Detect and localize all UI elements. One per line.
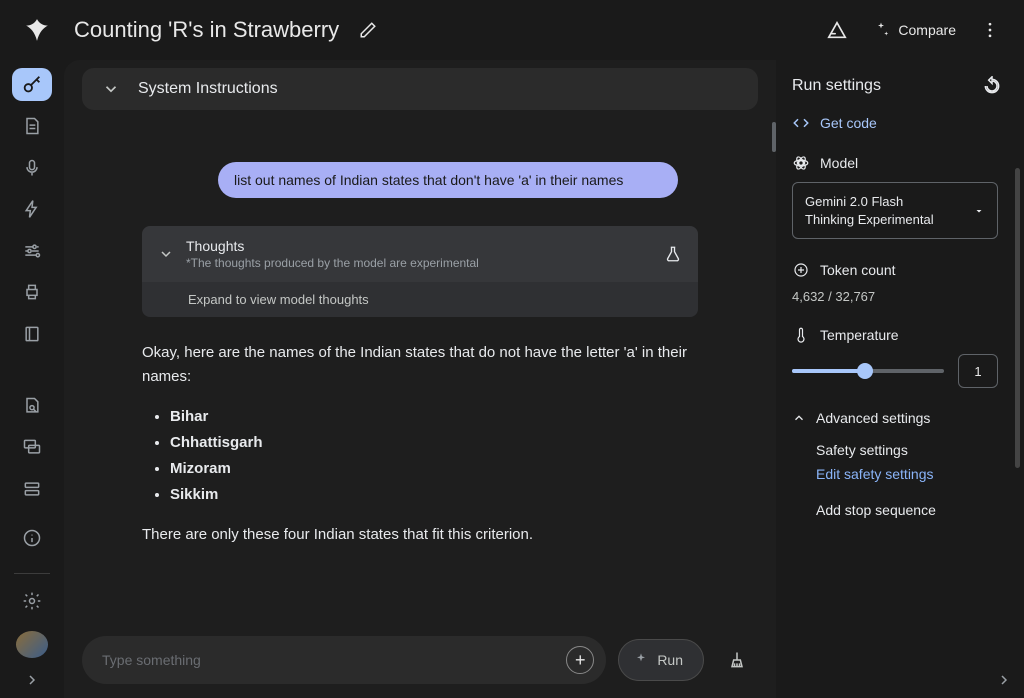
page-title: Counting 'R's in Strawberry [74, 17, 339, 43]
system-instructions-toggle[interactable]: System Instructions [82, 68, 758, 110]
thoughts-header[interactable]: Thoughts *The thoughts produced by the m… [142, 226, 698, 282]
thoughts-expand[interactable]: Expand to view model thoughts [142, 282, 698, 317]
list-item: Mizoram [170, 457, 698, 481]
sidebar-item-print[interactable] [12, 275, 52, 308]
response-outro: There are only these four Indian states … [142, 523, 698, 547]
model-label: Model [820, 155, 858, 171]
sidebar-item-settings[interactable] [12, 584, 52, 617]
list-item: Chhattisgarh [170, 431, 698, 455]
topbar-actions: Compare [826, 19, 1008, 41]
model-icon [792, 154, 810, 172]
beaker-icon [664, 245, 682, 263]
sidebar-expand-icon[interactable] [24, 672, 40, 688]
thermometer-icon [792, 326, 810, 344]
sidebar-item-bolt[interactable] [12, 192, 52, 225]
user-message-bubble: list out names of Indian states that don… [218, 162, 678, 198]
model-response: Okay, here are the names of the Indian s… [142, 341, 698, 547]
safety-settings-label: Safety settings [816, 442, 998, 458]
reset-settings-icon[interactable] [982, 76, 1002, 96]
temperature-value[interactable]: 1 [958, 354, 998, 388]
sidebar-item-tune[interactable] [12, 234, 52, 267]
advanced-label: Advanced settings [816, 410, 930, 426]
center-panel: System Instructions list out names of In… [64, 60, 776, 698]
edit-safety-link[interactable]: Edit safety settings [816, 466, 998, 482]
run-label: Run [657, 652, 683, 668]
sidebar-item-search-doc[interactable] [12, 389, 52, 422]
temperature-label: Temperature [820, 327, 899, 343]
sidebar-item-book[interactable] [12, 317, 52, 350]
model-select[interactable]: Gemini 2.0 Flash Thinking Experimental [792, 182, 998, 239]
topbar: Counting 'R's in Strawberry Compare [0, 0, 1024, 60]
sidebar-item-document[interactable] [12, 109, 52, 142]
response-intro: Okay, here are the names of the Indian s… [142, 341, 698, 389]
list-item: Bihar [170, 405, 698, 429]
right-panel: Run settings Get code Model Gemini 2.0 F… [776, 60, 1024, 698]
get-code-button[interactable]: Get code [792, 114, 998, 132]
list-item: Sikkim [170, 483, 698, 507]
token-count-value: 4,632 / 32,767 [792, 289, 998, 304]
clear-button[interactable] [716, 639, 758, 681]
run-settings-title: Run settings [792, 77, 881, 95]
settings-scrollbar[interactable] [1015, 168, 1020, 468]
thoughts-block: Thoughts *The thoughts produced by the m… [142, 226, 698, 317]
token-label: Token count [820, 262, 896, 278]
temperature-slider[interactable] [792, 369, 944, 373]
token-icon [792, 261, 810, 279]
sidebar-item-info[interactable] [12, 521, 52, 554]
prompt-input-container: + [82, 636, 606, 684]
stop-sequence-label: Add stop sequence [816, 502, 998, 518]
avatar[interactable] [16, 631, 48, 658]
reset-chat-icon[interactable] [826, 19, 848, 41]
conversation-scroll[interactable]: list out names of Indian states that don… [64, 122, 776, 628]
edit-title-icon[interactable] [359, 21, 377, 39]
panel-collapse-icon[interactable] [996, 672, 1012, 688]
response-list: Bihar Chhattisgarh Mizoram Sikkim [170, 405, 698, 507]
thoughts-subtitle: *The thoughts produced by the model are … [186, 256, 652, 270]
get-code-label: Get code [820, 115, 877, 131]
add-attachment-icon[interactable]: + [566, 646, 594, 674]
prompt-input[interactable] [102, 652, 566, 668]
sidebar-item-server[interactable] [12, 472, 52, 505]
chevron-down-icon [102, 80, 120, 98]
input-row: + Run [64, 628, 776, 698]
system-instructions-label: System Instructions [138, 80, 278, 98]
logo-icon [24, 17, 50, 43]
sidebar-item-mic[interactable] [12, 151, 52, 184]
main-row: System Instructions list out names of In… [0, 60, 1024, 698]
thoughts-title: Thoughts [186, 238, 652, 254]
compare-label: Compare [898, 22, 956, 38]
sidebar-item-key[interactable] [12, 68, 52, 101]
run-button[interactable]: Run [618, 639, 704, 681]
model-value: Gemini 2.0 Flash Thinking Experimental [805, 193, 945, 228]
compare-button[interactable]: Compare [872, 21, 956, 39]
more-menu-icon[interactable] [980, 20, 1000, 40]
advanced-settings-toggle[interactable]: Advanced settings [792, 410, 998, 426]
sidebar-item-chat[interactable] [12, 431, 52, 464]
settings-scroll[interactable]: Get code Model Gemini 2.0 Flash Thinking… [792, 114, 1002, 698]
chevron-down-icon [158, 246, 174, 262]
left-rail [0, 60, 64, 698]
dropdown-caret-icon [973, 205, 985, 217]
